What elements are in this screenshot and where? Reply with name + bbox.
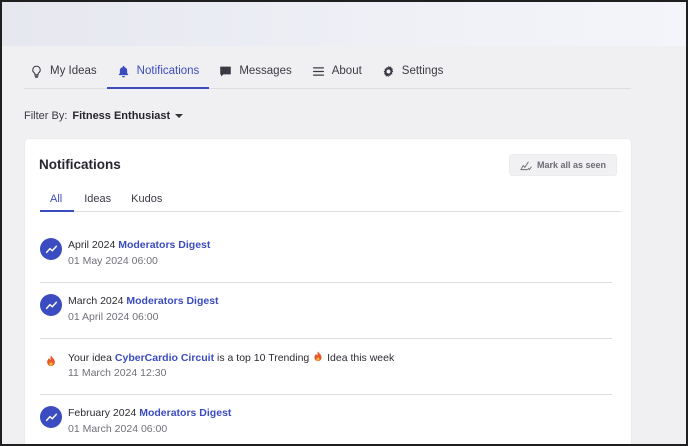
notifications-card: Notifications Mark all as seen All Ideas… xyxy=(25,139,631,444)
bell-icon xyxy=(117,65,130,78)
notification-row[interactable]: February 2024 Moderators Digest 01 March… xyxy=(40,395,612,444)
notification-date: 11 March 2024 12:30 xyxy=(68,367,167,379)
notification-link[interactable]: Moderators Digest xyxy=(126,295,218,307)
nav-item-notifications[interactable]: Notifications xyxy=(106,54,210,89)
notification-suffix: is a top 10 Trending xyxy=(217,352,310,364)
filter-dropdown[interactable]: Fitness Enthusiast xyxy=(72,110,184,122)
notification-date: 01 April 2024 06:00 xyxy=(68,311,159,323)
notification-prefix: Your idea xyxy=(68,352,112,364)
chat-icon xyxy=(219,65,232,78)
lightbulb-icon xyxy=(30,65,43,78)
notification-link[interactable]: Moderators Digest xyxy=(118,239,210,251)
top-banner xyxy=(2,2,686,46)
tab-all[interactable]: All xyxy=(40,186,75,212)
trending-icon xyxy=(40,294,62,316)
main-nav: My Ideas Notifications Messages About Se… xyxy=(24,54,631,89)
tab-ideas[interactable]: Ideas xyxy=(74,186,121,211)
nav-label: Notifications xyxy=(136,65,200,77)
nav-label: About xyxy=(331,65,362,77)
tab-kudos[interactable]: Kudos xyxy=(121,186,172,211)
mark-seen-icon xyxy=(520,161,532,170)
notification-tabs: All Ideas Kudos xyxy=(40,186,621,212)
notification-link[interactable]: Moderators Digest xyxy=(139,407,231,419)
trending-icon xyxy=(40,406,62,428)
card-title: Notifications xyxy=(39,157,121,172)
notification-prefix: March 2024 xyxy=(68,295,124,307)
mark-all-seen-label: Mark all as seen xyxy=(536,160,607,170)
notification-link[interactable]: CyberCardio Circuit xyxy=(115,352,214,364)
mark-all-seen-button[interactable]: Mark all as seen xyxy=(509,154,617,176)
notification-date: 01 May 2024 06:00 xyxy=(68,255,158,267)
notification-row[interactable]: April 2024 Moderators Digest 01 May 2024… xyxy=(40,227,612,283)
trending-icon xyxy=(40,238,62,260)
gear-icon xyxy=(382,65,395,78)
notification-prefix: April 2024 xyxy=(68,239,116,251)
menu-icon xyxy=(312,65,325,78)
nav-item-settings[interactable]: Settings xyxy=(372,54,454,88)
app-frame: My Ideas Notifications Messages About Se… xyxy=(0,0,688,446)
nav-label: Settings xyxy=(401,65,444,77)
filter-label: Filter By: xyxy=(24,110,68,122)
fire-icon xyxy=(314,351,322,362)
notification-text: April 2024 Moderators Digest xyxy=(68,239,210,251)
nav-item-my-ideas[interactable]: My Ideas xyxy=(24,54,107,88)
nav-label: Messages xyxy=(239,65,292,77)
fire-icon xyxy=(47,355,55,367)
caret-down-icon xyxy=(175,114,184,118)
notification-text: Your idea CyberCardio Circuit is a top 1… xyxy=(68,351,394,364)
filter-value: Fitness Enthusiast xyxy=(72,110,171,122)
notification-row[interactable]: Your idea CyberCardio Circuit is a top 1… xyxy=(40,339,612,395)
notification-row[interactable]: March 2024 Moderators Digest 01 April 20… xyxy=(40,283,612,339)
notification-list: April 2024 Moderators Digest 01 May 2024… xyxy=(40,227,612,444)
notification-suffix: Idea this week xyxy=(327,352,395,364)
notification-text: February 2024 Moderators Digest xyxy=(68,407,231,419)
nav-item-about[interactable]: About xyxy=(302,54,372,88)
filter-bar: Filter By: Fitness Enthusiast xyxy=(24,110,184,122)
nav-item-messages[interactable]: Messages xyxy=(209,54,301,88)
nav-label: My Ideas xyxy=(50,65,97,77)
notification-date: 01 March 2024 06:00 xyxy=(68,423,168,435)
notification-prefix: February 2024 xyxy=(68,407,137,419)
notification-text: March 2024 Moderators Digest xyxy=(68,295,219,307)
